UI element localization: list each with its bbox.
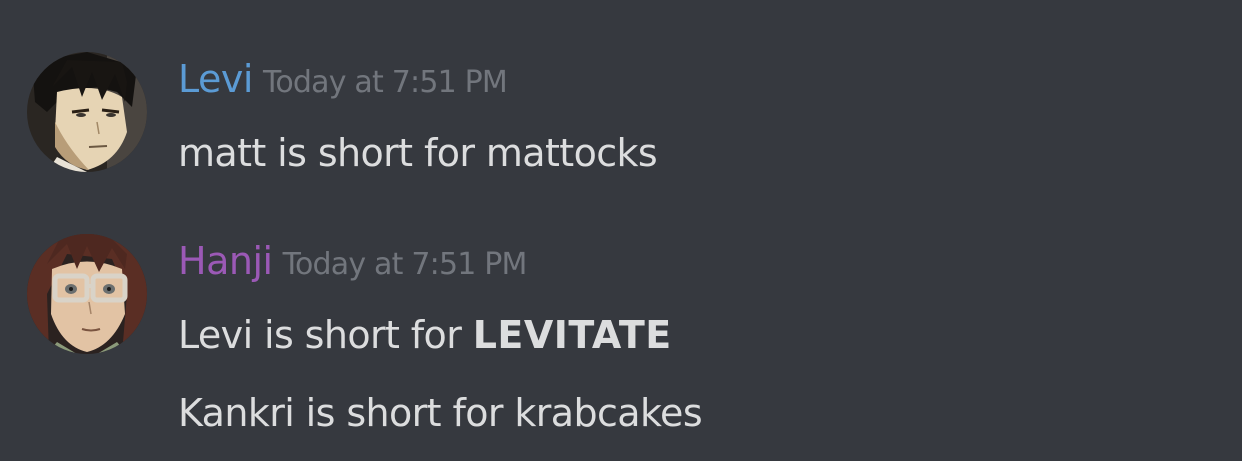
message-text: Kankri is short for krabcakes (178, 391, 703, 435)
username-levi[interactable]: Levi (178, 57, 253, 101)
timestamp: Today at 7:51 PM (262, 65, 508, 100)
message-text: matt is short for mattocks (178, 131, 658, 175)
timestamp: Today at 7:51 PM (282, 247, 528, 282)
chat-message-list: Levi Today at 7:51 PM matt is short for m… (0, 0, 1242, 461)
message-text: Levi is short for LEVITATE (178, 316, 672, 354)
levi-avatar[interactable] (27, 52, 147, 172)
hanji-avatar[interactable] (27, 234, 147, 354)
hanji-portrait-icon (27, 234, 147, 354)
username-hanji[interactable]: Hanji (178, 239, 273, 283)
levi-portrait-icon (27, 52, 147, 172)
message-text-bold: LEVITATE (472, 313, 672, 357)
message-header: Hanji Today at 7:51 PM (178, 242, 527, 280)
message-text-plain: Levi is short for (178, 313, 473, 357)
message-header: Levi Today at 7:51 PM (178, 57, 508, 101)
